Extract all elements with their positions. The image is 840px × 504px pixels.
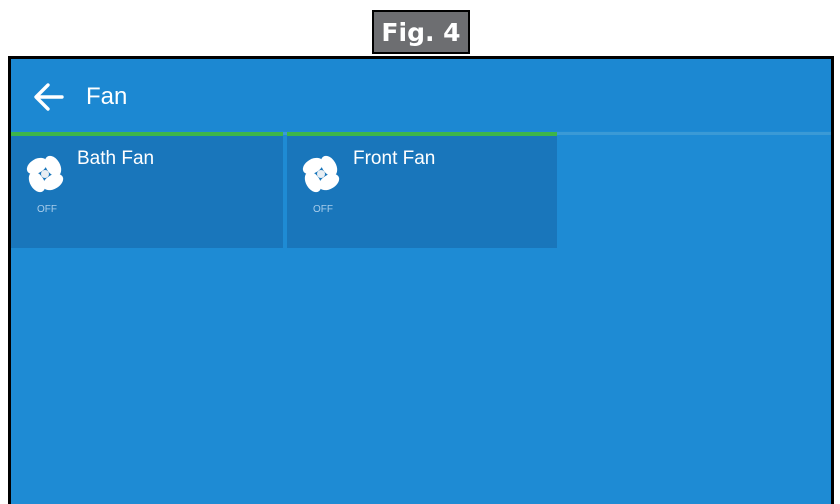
fan-icon bbox=[26, 155, 64, 193]
figure-label: Fig. 4 bbox=[372, 10, 470, 54]
device-screen: Fan Bath Fan OFF Front Fan OFF bbox=[8, 56, 834, 504]
page-title: Fan bbox=[86, 83, 128, 110]
device-status: OFF bbox=[37, 204, 57, 215]
device-tile-front-fan[interactable]: Front Fan OFF bbox=[287, 132, 557, 248]
arrow-left-icon bbox=[34, 83, 64, 111]
device-name: Front Fan bbox=[353, 148, 436, 169]
fan-icon bbox=[302, 155, 340, 193]
device-tile-bath-fan[interactable]: Bath Fan OFF bbox=[11, 132, 283, 248]
device-name: Bath Fan bbox=[77, 148, 155, 169]
back-button[interactable] bbox=[29, 79, 69, 115]
device-status: OFF bbox=[313, 204, 333, 215]
app-header: Fan bbox=[11, 59, 831, 131]
